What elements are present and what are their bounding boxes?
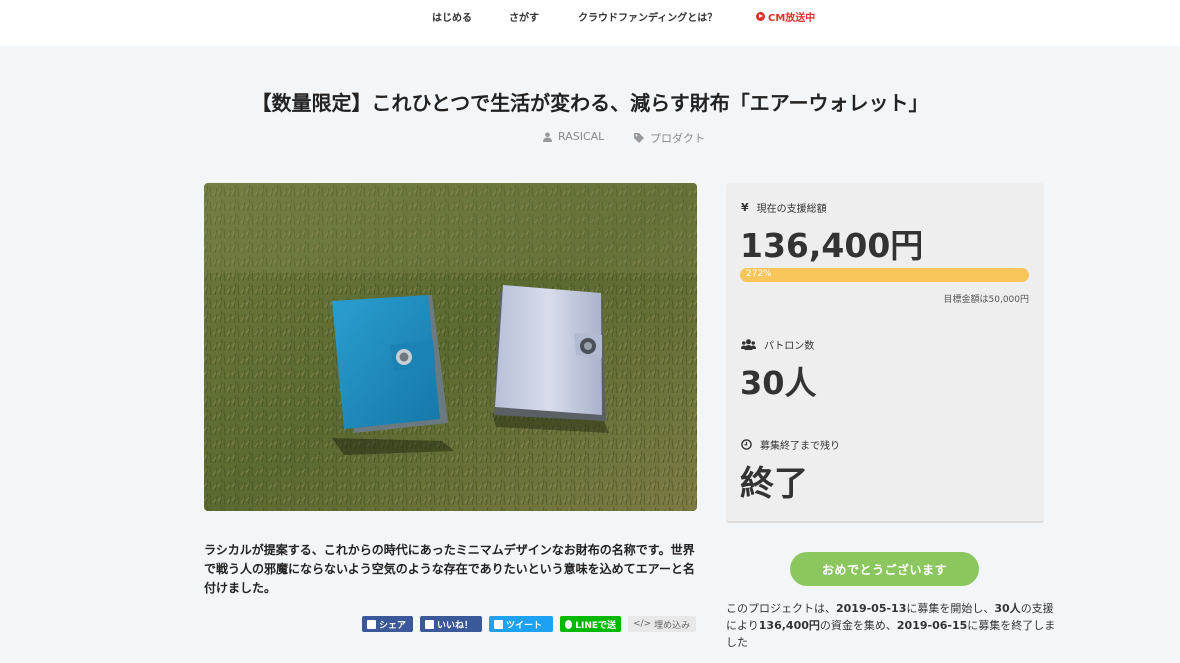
summary-start-date: 2019-05-13 — [836, 602, 907, 615]
goal-amount: 目標金額は50,000円 — [943, 295, 1030, 305]
facebook-icon — [367, 619, 376, 629]
nav-cm-label: CM放送中 — [768, 13, 816, 24]
summary-end-date: 2019-06-15 — [896, 619, 968, 632]
line-icon — [565, 619, 573, 629]
progress-percent: 272% — [746, 269, 772, 279]
congrats-badge[interactable]: おめでとうございます — [790, 552, 979, 586]
like-label: いいね！ — [437, 620, 474, 631]
progress-bar: 272% — [740, 268, 1029, 282]
category-name: プロダクト — [650, 132, 705, 145]
share-buttons: シェア いいね！ ツイート LINEで送 </> 埋め込み — [362, 616, 696, 632]
project-description: ラシカルが提案する、これからの時代にあったミニマムデザインなお財布の名称です。世… — [204, 543, 695, 595]
total-funding-value: 136,400円 — [740, 226, 924, 265]
nav-item-about-crowdfunding[interactable]: クラウドファンディングとは？ — [578, 9, 717, 24]
project-category[interactable]: プロダクト — [634, 130, 705, 146]
facebook-share-label: シェア — [379, 620, 407, 631]
project-summary: このプロジェクトは、2019-05-13に募集を開始し、30人の支援により136… — [726, 600, 1056, 651]
play-icon — [756, 12, 765, 21]
nav-item-cm[interactable]: CM放送中 — [756, 9, 815, 24]
summary-text-1: このプロジェクトは、 — [726, 602, 836, 615]
code-icon: </> — [633, 619, 652, 629]
patrons-label: パトロン数 — [764, 341, 815, 352]
remaining-value: 終了 — [740, 464, 808, 504]
facebook-share-button[interactable]: シェア — [362, 616, 413, 632]
top-nav: はじめる さがす クラウドファンディングとは？ CM放送中 — [0, 0, 1180, 46]
nav-item-start[interactable]: はじめる — [432, 9, 472, 24]
total-funding-label: 現在の支援総額 — [756, 204, 827, 215]
total-funding-label-row: ¥ 現在の支援総額 — [741, 200, 827, 215]
embed-button[interactable]: </> 埋め込み — [628, 616, 696, 632]
clock-icon — [741, 439, 752, 450]
thumbs-up-icon — [425, 619, 434, 629]
author-name: RASICAL — [558, 130, 605, 143]
project-image — [204, 183, 697, 511]
page-title: 【数量限定】これひとつで生活が変わる、減らす財布「エアーウォレット」 — [251, 91, 929, 115]
embed-label: 埋め込み — [654, 620, 691, 631]
twitter-icon — [494, 619, 503, 629]
line-share-label: LINEで送 — [575, 620, 616, 631]
tweet-button[interactable]: ツイート — [489, 616, 553, 632]
funding-stats-card: ¥ 現在の支援総額 136,400円 272% 目標金額は50,000円 パトロ… — [726, 183, 1044, 523]
summary-text-4: の資金を集め、 — [819, 619, 897, 632]
tag-icon — [634, 133, 644, 143]
line-share-button[interactable]: LINEで送 — [560, 616, 621, 632]
remaining-label-row: 募集終了まで残り — [741, 437, 840, 452]
facebook-like-button[interactable]: いいね！ — [420, 616, 482, 632]
summary-text-2: に募集を開始し、 — [906, 602, 995, 615]
summary-amount: 136,400円 — [758, 619, 820, 632]
yen-icon: ¥ — [741, 201, 749, 214]
remaining-label: 募集終了まで残り — [760, 441, 840, 452]
project-author[interactable]: RASICAL — [543, 130, 604, 143]
patrons-value: 30人 — [740, 364, 817, 402]
patrons-label-row: パトロン数 — [741, 337, 814, 352]
summary-patrons: 30人 — [994, 602, 1021, 615]
users-icon — [741, 339, 756, 350]
user-icon — [543, 132, 552, 142]
nav-item-search[interactable]: さがす — [509, 9, 539, 24]
tweet-label: ツイート — [506, 620, 543, 631]
